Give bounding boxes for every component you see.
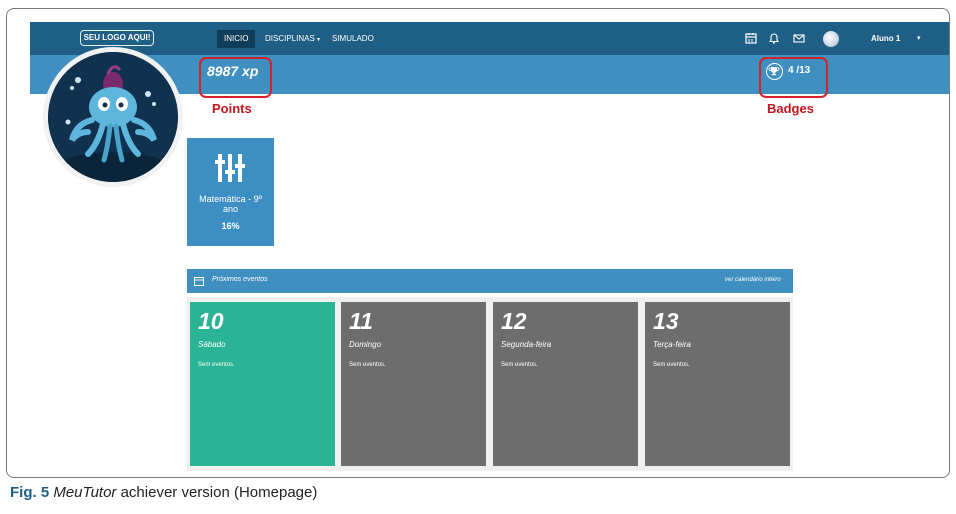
nav-simulado[interactable]: SIMULADO — [332, 30, 374, 48]
day-number: 13 — [653, 308, 679, 334]
caption-text: achiever version (Homepage) — [116, 484, 318, 501]
user-avatar[interactable] — [823, 31, 839, 47]
events-title: Próximos eventos — [212, 276, 268, 283]
day-name: Domingo — [349, 340, 382, 349]
nav-disciplinas[interactable]: DISCIPLINAS ▾ — [265, 30, 320, 48]
day-card[interactable]: 10 Sábado Sem eventos. — [190, 302, 335, 466]
day-number: 10 — [198, 308, 224, 334]
chevron-down-icon: ▾ — [317, 37, 321, 43]
day-events: Sem eventos. — [198, 362, 235, 368]
badges-annotation: Badges — [767, 101, 814, 116]
mail-icon[interactable] — [793, 32, 805, 48]
top-navbar — [30, 22, 949, 55]
user-menu-caret-icon[interactable]: ▾ — [917, 31, 921, 47]
calendar-small-icon — [194, 276, 204, 288]
octopus-avatar — [43, 47, 183, 187]
bell-icon[interactable] — [768, 32, 780, 48]
full-calendar-link[interactable]: ver calendário inteiro — [725, 277, 781, 283]
day-card[interactable]: 11 Domingo Sem eventos. — [341, 302, 486, 466]
day-name: Terça-feira — [653, 340, 691, 349]
caption-app-name: MeuTutor — [53, 484, 117, 501]
user-name[interactable]: Aluno 1 — [871, 31, 900, 47]
calendar-icon-svg — [745, 33, 757, 44]
points-highlight — [199, 57, 272, 98]
discipline-progress: 16% — [221, 221, 240, 231]
nav-inicio[interactable]: INICIO — [217, 30, 256, 48]
mail-icon-svg — [793, 34, 805, 43]
bell-icon-svg — [768, 33, 780, 44]
nav-disciplinas-label: DISCIPLINAS — [265, 34, 315, 43]
discipline-name: Matemática - 9º ano — [199, 194, 262, 214]
badges-highlight — [759, 57, 828, 98]
calendar-small-icon-svg — [194, 277, 204, 286]
discipline-card[interactable]: Matemática - 9º ano 16% — [187, 138, 274, 246]
figure-caption: Fig. 5 MeuTutor achiever version (Homepa… — [10, 484, 317, 501]
sliders-icon-svg — [215, 154, 245, 182]
events-header — [187, 269, 793, 293]
day-events: Sem eventos. — [501, 362, 538, 368]
day-number: 11 — [349, 308, 373, 334]
day-name: Segunda-feira — [501, 340, 552, 349]
sliders-icon — [187, 152, 274, 184]
day-number: 12 — [501, 308, 527, 334]
day-card[interactable]: 12 Segunda-feira Sem eventos. — [493, 302, 638, 466]
day-events: Sem eventos. — [653, 362, 690, 368]
day-name: Sábado — [198, 340, 226, 349]
logo-button[interactable]: SEU LOGO AQUI! — [80, 30, 154, 46]
day-card[interactable]: 13 Terça-feira Sem eventos. — [645, 302, 790, 466]
octopus-icon — [48, 52, 178, 182]
points-annotation: Points — [212, 101, 252, 116]
calendar-icon[interactable] — [745, 32, 757, 48]
figure-number: Fig. 5 — [10, 484, 50, 501]
day-events: Sem eventos. — [349, 362, 386, 368]
